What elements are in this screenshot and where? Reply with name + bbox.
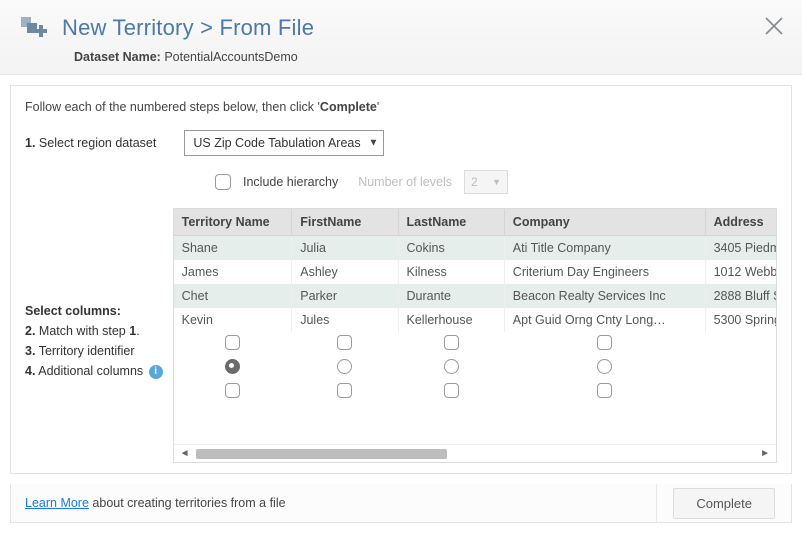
scroll-left-arrow[interactable]: ◄ <box>180 448 190 459</box>
table-row: JamesAshleyKilnessCriterium Day Engineer… <box>174 260 776 284</box>
table-cell: Apt Guid Orng Cnty Long… <box>504 308 705 332</box>
match-checkbox[interactable] <box>337 335 352 350</box>
columns-grid: Territory NameFirstNameLastNameCompanyAd… <box>173 208 777 463</box>
close-icon[interactable] <box>762 14 786 38</box>
column-header[interactable]: Address <box>705 209 776 236</box>
additional-checkbox[interactable] <box>225 383 240 398</box>
table-cell: 3405 Piedmont Rd Ne <box>705 236 776 261</box>
table-cell: Ati Title Company <box>504 236 705 261</box>
column-header[interactable]: Company <box>504 209 705 236</box>
table-row: ShaneJuliaCokinsAti Title Company3405 Pi… <box>174 236 776 261</box>
learn-more-link[interactable]: Learn More <box>25 496 89 510</box>
instructions: Follow each of the numbered steps below,… <box>25 100 777 114</box>
table-row: KevinJulesKellerhouseApt Guid Orng Cnty … <box>174 308 776 332</box>
include-hierarchy-checkbox[interactable] <box>215 174 231 190</box>
table-cell: 5300 Springboro Pike <box>705 308 776 332</box>
table-cell: Shane <box>174 236 292 261</box>
column-selector-row <box>174 332 776 356</box>
dialog-header: New Territory > From File Dataset Name: … <box>0 0 802 75</box>
identifier-radio[interactable] <box>337 359 352 374</box>
include-hierarchy-label: Include hierarchy <box>243 175 338 189</box>
table-cell: Ashley <box>292 260 398 284</box>
column-selector-row <box>174 380 776 404</box>
levels-label: Number of levels <box>358 175 452 189</box>
table-cell: Julia <box>292 236 398 261</box>
dataset-name: PotentialAccountsDemo <box>164 50 297 64</box>
step4-label: 4. Additional columns i <box>25 364 163 379</box>
table-cell: Kellerhouse <box>398 308 504 332</box>
identifier-radio[interactable] <box>597 359 612 374</box>
scroll-right-arrow[interactable]: ► <box>760 448 770 459</box>
identifier-selector-row <box>174 356 776 380</box>
table-cell: Kilness <box>398 260 504 284</box>
table-cell: James <box>174 260 292 284</box>
info-icon[interactable]: i <box>149 365 163 379</box>
table-cell: 1012 Webbs Chapel Rd <box>705 260 776 284</box>
column-header[interactable]: LastName <box>398 209 504 236</box>
table-cell: Jules <box>292 308 398 332</box>
table-cell: Chet <box>174 284 292 308</box>
additional-checkbox[interactable] <box>444 383 459 398</box>
complete-button[interactable]: Complete <box>673 488 775 519</box>
step1-label: 1. Select region dataset <box>25 136 156 150</box>
levels-select: 2 ▼ <box>464 170 508 194</box>
step3-label: 3. Territory identifier <box>25 344 163 358</box>
column-header[interactable]: Territory Name <box>174 209 292 236</box>
region-dataset-select[interactable]: US Zip Code Tabulation Areas <box>184 130 384 156</box>
table-cell: Kevin <box>174 308 292 332</box>
additional-checkbox[interactable] <box>597 383 612 398</box>
territory-icon <box>18 12 50 44</box>
identifier-radio[interactable] <box>225 359 240 374</box>
select-columns-heading: Select columns: <box>25 304 163 318</box>
dialog-title: New Territory > From File <box>62 15 314 41</box>
step2-label: 2. Match with step 1. <box>25 324 163 338</box>
table-row: ChetParkerDuranteBeacon Realty Services … <box>174 284 776 308</box>
table-cell: Cokins <box>398 236 504 261</box>
scrollbar-thumb[interactable] <box>196 449 447 459</box>
chevron-down-icon: ▼ <box>492 177 501 187</box>
footer-help: Learn More about creating territories fr… <box>11 484 657 522</box>
table-cell: Criterium Day Engineers <box>504 260 705 284</box>
column-header[interactable]: FirstName <box>292 209 398 236</box>
horizontal-scrollbar[interactable]: ◄ ► <box>174 444 776 462</box>
match-checkbox[interactable] <box>225 335 240 350</box>
identifier-radio[interactable] <box>444 359 459 374</box>
table-cell: Parker <box>292 284 398 308</box>
additional-checkbox[interactable] <box>337 383 352 398</box>
table-cell: Durante <box>398 284 504 308</box>
match-checkbox[interactable] <box>597 335 612 350</box>
table-cell: 2888 Bluff St #-450 <box>705 284 776 308</box>
table-cell: Beacon Realty Services Inc <box>504 284 705 308</box>
dataset-label: Dataset Name: <box>74 50 161 64</box>
match-checkbox[interactable] <box>444 335 459 350</box>
dataset-row: Dataset Name: PotentialAccountsDemo <box>74 50 784 64</box>
